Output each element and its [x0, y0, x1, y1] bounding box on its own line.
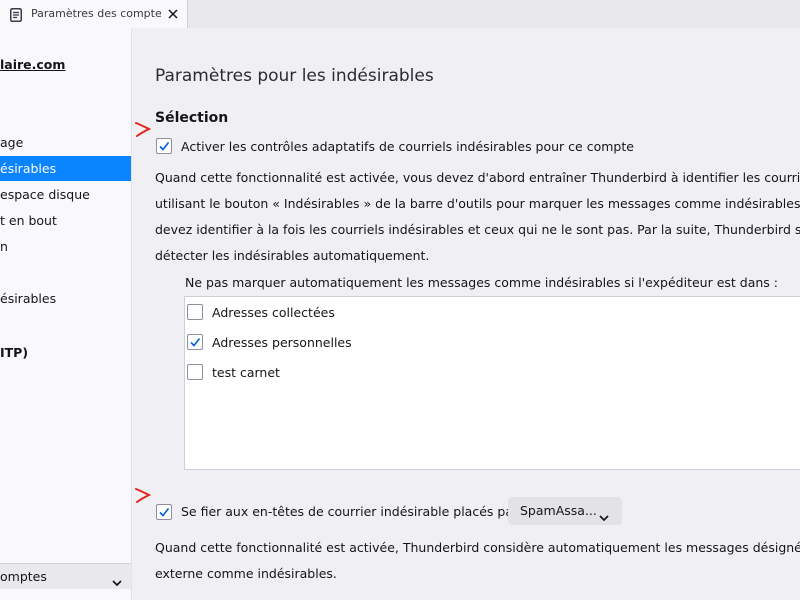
- document-icon: [10, 7, 22, 22]
- trust-headers-label[interactable]: Se fier aux en-têtes de courrier indésir…: [181, 504, 526, 519]
- address-book-checkbox[interactable]: [187, 334, 203, 350]
- description-line: devez identifier à la fois les courriels…: [155, 222, 800, 237]
- sidebar-item-receipts[interactable]: n: [0, 234, 131, 259]
- sidebar-item-end-to-end[interactable]: t en bout: [0, 208, 131, 233]
- list-item[interactable]: Adresses personnelles: [185, 327, 800, 357]
- description-line: détecter les indésirables automatiquemen…: [155, 248, 430, 263]
- tab-strip: Paramètres des comptes Co: [0, 0, 800, 29]
- annotation-arrow-icon: [135, 488, 152, 503]
- address-book-label: test carnet: [212, 365, 280, 380]
- address-book-checkbox[interactable]: [187, 304, 203, 320]
- description-line: externe comme indésirables.: [155, 566, 337, 581]
- close-icon[interactable]: [166, 6, 180, 20]
- section-title: Sélection: [155, 110, 229, 126]
- sidebar-account[interactable]: laire.com: [0, 57, 65, 72]
- description-line: utilisant le bouton « Indésirables » de …: [155, 196, 800, 211]
- list-item[interactable]: test carnet: [185, 357, 800, 387]
- tab-account-settings[interactable]: Paramètres des comptes Co: [0, 0, 188, 28]
- sidebar-item-disk-space[interactable]: espace disque: [0, 182, 131, 207]
- spam-filter-select[interactable]: SpamAssa...: [508, 497, 622, 525]
- description-line: Quand cette fonctionnalité est activée, …: [155, 170, 800, 185]
- junk-settings-pane: Paramètres pour les indésirables Sélecti…: [132, 28, 800, 600]
- annotation-arrow-icon: [135, 122, 152, 137]
- trust-description: Quand cette fonctionnalité est activée, …: [155, 535, 800, 587]
- adaptive-description: Quand cette fonctionnalité est activée, …: [155, 165, 800, 269]
- account-actions-label: omptes: [0, 569, 47, 584]
- list-item[interactable]: Adresses collectées: [185, 297, 800, 327]
- address-book-list[interactable]: Adresses collectées Adresses personnelle…: [184, 296, 800, 470]
- description-line: Quand cette fonctionnalité est activée, …: [155, 540, 800, 555]
- account-actions-button[interactable]: omptes: [0, 563, 131, 589]
- chevron-down-icon: [112, 572, 122, 587]
- sidebar-item-smtp[interactable]: ITP): [0, 345, 28, 360]
- chevron-down-icon: [599, 507, 609, 522]
- tab-title: Paramètres des comptes Co: [31, 7, 161, 20]
- sidebar-item-local-junk[interactable]: ésirables: [0, 286, 131, 311]
- adaptive-junk-checkbox[interactable]: [156, 138, 172, 154]
- address-book-label: Adresses collectées: [212, 305, 335, 320]
- whitelist-caption: Ne pas marquer automatiquement les messa…: [185, 275, 778, 290]
- address-book-checkbox[interactable]: [187, 364, 203, 380]
- sidebar-item-copies[interactable]: age: [0, 130, 131, 155]
- address-book-label: Adresses personnelles: [212, 335, 352, 350]
- trust-headers-checkbox[interactable]: [156, 504, 172, 520]
- sidebar-item-junk-settings[interactable]: ésirables: [0, 156, 131, 181]
- account-tree: laire.com age ésirables espace disque t …: [0, 28, 132, 600]
- spam-filter-value: SpamAssa...: [520, 503, 597, 518]
- page-title: Paramètres pour les indésirables: [155, 66, 434, 86]
- adaptive-junk-label[interactable]: Activer les contrôles adaptatifs de cour…: [181, 139, 634, 154]
